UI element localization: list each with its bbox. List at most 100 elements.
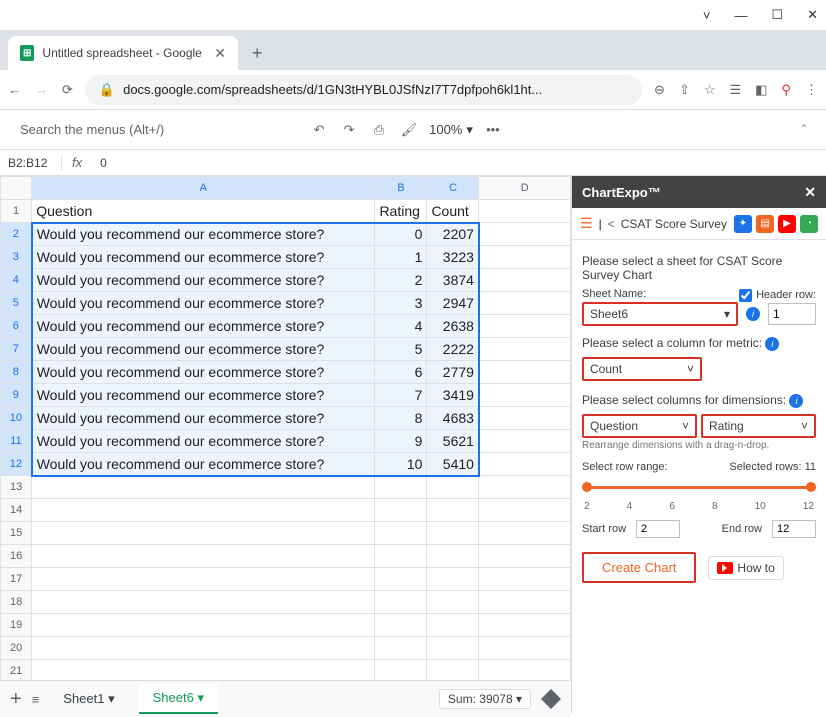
row-header[interactable]: 7 <box>1 338 32 361</box>
cell[interactable]: Would you recommend our ecommerce store? <box>32 338 375 361</box>
cell[interactable]: 3419 <box>427 384 479 407</box>
status-sum[interactable]: Sum: 39078 ▾ <box>439 689 531 709</box>
bell-icon[interactable]: ◔ <box>800 215 818 233</box>
cell[interactable]: Would you recommend our ecommerce store? <box>32 223 375 246</box>
cell[interactable]: 10 <box>375 453 427 476</box>
cell[interactable] <box>32 637 375 660</box>
spreadsheet-grid[interactable]: ABCD1QuestionRatingCount2Would you recom… <box>0 176 571 714</box>
sheet-tab-sheet1[interactable]: Sheet1 ▾ <box>49 685 128 713</box>
cell[interactable]: 0 <box>375 223 427 246</box>
start-row-input[interactable] <box>636 520 680 538</box>
corner-cell[interactable] <box>1 177 32 200</box>
hamburger-icon[interactable]: ☰ <box>580 215 593 232</box>
cell[interactable] <box>427 637 479 660</box>
row-header[interactable]: 5 <box>1 292 32 315</box>
cell[interactable]: 3 <box>375 292 427 315</box>
cell[interactable]: Would you recommend our ecommerce store? <box>32 430 375 453</box>
cell[interactable]: 2947 <box>427 292 479 315</box>
cell[interactable] <box>479 637 571 660</box>
cell[interactable] <box>32 614 375 637</box>
cell[interactable]: 1 <box>375 246 427 269</box>
redo-icon[interactable]: ↷ <box>339 120 359 140</box>
cell[interactable]: Would you recommend our ecommerce store? <box>32 269 375 292</box>
nav-reload-icon[interactable]: ⟳ <box>62 82 73 98</box>
cell[interactable] <box>479 430 571 453</box>
extension-icon[interactable]: ◧ <box>755 82 767 98</box>
cell[interactable] <box>479 591 571 614</box>
cell[interactable] <box>32 499 375 522</box>
nav-back-icon[interactable]: ← <box>8 82 21 98</box>
cell[interactable]: 4 <box>375 315 427 338</box>
row-header[interactable]: 9 <box>1 384 32 407</box>
cell[interactable] <box>479 315 571 338</box>
cell[interactable]: 9 <box>375 430 427 453</box>
cell[interactable] <box>427 568 479 591</box>
cell[interactable] <box>479 568 571 591</box>
formula-value[interactable]: 0 <box>92 156 826 170</box>
cell[interactable]: 2638 <box>427 315 479 338</box>
cell[interactable] <box>479 361 571 384</box>
info-icon[interactable]: i <box>765 337 779 351</box>
undo-icon[interactable]: ↶ <box>309 120 329 140</box>
cell[interactable]: 2222 <box>427 338 479 361</box>
row-header[interactable]: 2 <box>1 223 32 246</box>
cell[interactable]: Question <box>32 200 375 223</box>
row-header[interactable]: 14 <box>1 499 32 522</box>
header-row-checkbox[interactable]: Header row: <box>739 289 816 302</box>
row-header[interactable]: 4 <box>1 269 32 292</box>
cell[interactable] <box>32 476 375 499</box>
sheet-tab-sheet6[interactable]: Sheet6 ▾ <box>139 684 218 714</box>
star-icon[interactable]: ☆ <box>704 82 716 98</box>
row-header[interactable]: 15 <box>1 522 32 545</box>
collapse-icon[interactable]: ˆ <box>794 120 814 140</box>
cell[interactable]: Would you recommend our ecommerce store? <box>32 292 375 315</box>
url-field[interactable]: 🔒 <box>85 75 642 105</box>
cell[interactable] <box>479 545 571 568</box>
window-maximize-icon[interactable]: ☐ <box>771 7 783 23</box>
youtube-icon[interactable]: ▶ <box>778 215 796 233</box>
sheet-select[interactable]: Sheet6▾ <box>582 302 738 326</box>
row-header[interactable]: 3 <box>1 246 32 269</box>
col-header-B[interactable]: B <box>375 177 427 200</box>
col-header-A[interactable]: A <box>32 177 375 200</box>
cell[interactable] <box>375 522 427 545</box>
panel-back-icon[interactable]: < <box>608 217 615 231</box>
cell[interactable]: 3223 <box>427 246 479 269</box>
cell[interactable] <box>375 545 427 568</box>
window-close-icon[interactable]: ✕ <box>807 7 818 23</box>
tab-close-icon[interactable]: ✕ <box>214 45 226 62</box>
row-range-slider[interactable] <box>582 479 816 495</box>
row-header[interactable]: 18 <box>1 591 32 614</box>
print-icon[interactable]: ⎙ <box>369 120 389 140</box>
cell[interactable] <box>479 223 571 246</box>
row-header[interactable]: 11 <box>1 430 32 453</box>
explore-icon[interactable] <box>541 689 561 709</box>
cell[interactable]: 7 <box>375 384 427 407</box>
more-toolbar-icon[interactable]: ••• <box>483 120 503 140</box>
cell[interactable] <box>479 499 571 522</box>
cell[interactable]: 2779 <box>427 361 479 384</box>
row-header[interactable]: 1 <box>1 200 32 223</box>
cell[interactable] <box>479 338 571 361</box>
cell[interactable]: 8 <box>375 407 427 430</box>
window-min-icon[interactable]: ˅ <box>703 8 711 23</box>
cell[interactable]: 3874 <box>427 269 479 292</box>
cell[interactable] <box>427 499 479 522</box>
menu-icon[interactable]: ⋮ <box>805 82 818 98</box>
cell[interactable] <box>427 614 479 637</box>
cell[interactable] <box>427 591 479 614</box>
row-header[interactable]: 10 <box>1 407 32 430</box>
new-tab-button[interactable]: + <box>238 36 277 70</box>
col-header-D[interactable]: D <box>479 177 571 200</box>
all-sheets-button[interactable]: ≡ <box>32 692 40 707</box>
cell[interactable]: Would you recommend our ecommerce store? <box>32 246 375 269</box>
cell[interactable] <box>375 568 427 591</box>
cell[interactable] <box>479 269 571 292</box>
cell[interactable]: Would you recommend our ecommerce store? <box>32 384 375 407</box>
cell[interactable]: 5410 <box>427 453 479 476</box>
header-row-input[interactable] <box>768 303 816 325</box>
row-header[interactable]: 12 <box>1 453 32 476</box>
cell[interactable] <box>375 637 427 660</box>
row-header[interactable]: 6 <box>1 315 32 338</box>
zoom-indicator-icon[interactable]: ⊖ <box>654 82 665 98</box>
